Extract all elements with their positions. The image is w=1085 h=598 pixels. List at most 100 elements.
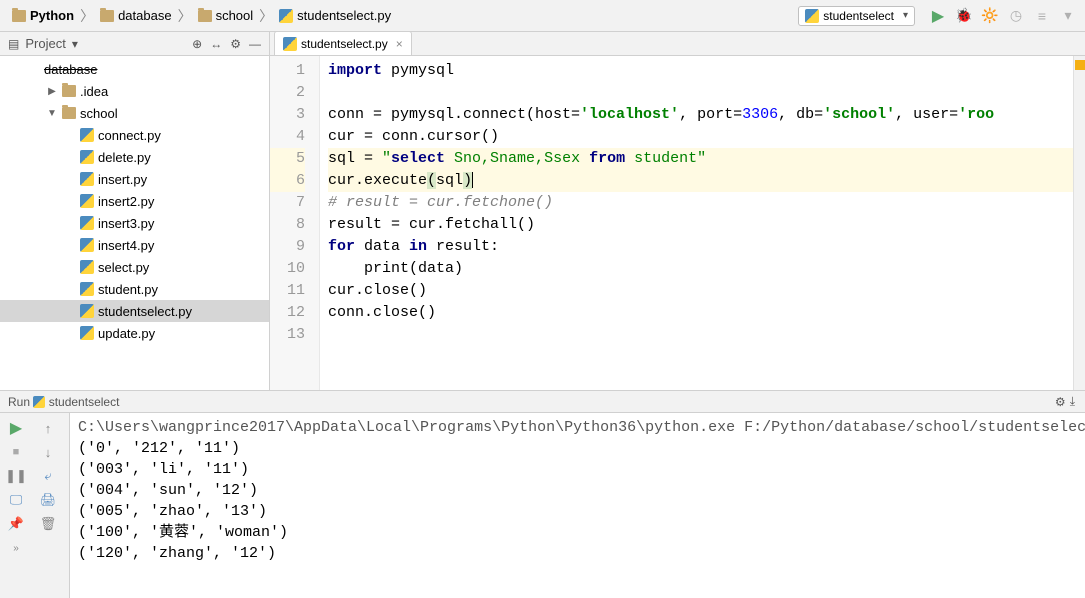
python-icon [283, 37, 297, 51]
breadcrumb-label: school [216, 8, 254, 23]
python-icon [80, 194, 94, 208]
tree-item[interactable]: insert2.py [0, 190, 269, 212]
run-button[interactable]: ▶ [929, 7, 947, 25]
console-output[interactable]: C:\Users\wangprince2017\AppData\Local\Pr… [70, 413, 1085, 598]
run-header: Run studentselect ⚙ ⤓ [0, 391, 1085, 413]
python-icon [80, 128, 94, 142]
tree-item[interactable]: delete.py [0, 146, 269, 168]
tree-item[interactable]: student.py [0, 278, 269, 300]
breadcrumb-item[interactable]: Python [8, 6, 78, 25]
project-header: ▤ Project ▾ ⊕ ↔ ⚙ — [0, 32, 269, 56]
python-icon [80, 172, 94, 186]
locate-icon[interactable]: ⊕ [190, 37, 204, 51]
tree-item-label: insert3.py [98, 216, 154, 231]
run-config-name: studentselect [823, 9, 894, 23]
tree-item[interactable]: insert3.py [0, 212, 269, 234]
folder-icon [100, 10, 114, 22]
settings-icon[interactable]: ⚙ [228, 37, 243, 51]
chevron-right-icon: 〉 [80, 6, 94, 26]
wrap-button[interactable]: ⤶ [37, 465, 59, 487]
status-strip [1073, 56, 1085, 390]
tree-item-label: school [80, 106, 118, 121]
up-button[interactable]: ↑ [37, 417, 59, 439]
tree-item-label: update.py [98, 326, 155, 341]
profile-button[interactable]: ◷ [1007, 7, 1025, 25]
coverage-button[interactable]: 🔆 [981, 7, 999, 25]
more-button[interactable]: ▾ [1059, 7, 1077, 25]
python-icon [80, 150, 94, 164]
tree-item-label: database [44, 62, 98, 77]
code-content[interactable]: import pymysql conn = pymysql.connect(ho… [320, 56, 1085, 390]
tree-item-label: .idea [80, 84, 108, 99]
breadcrumb-item[interactable]: studentselect.py [275, 6, 395, 25]
project-view-icon[interactable]: ▤ [6, 37, 21, 51]
tree-item[interactable]: database [0, 58, 269, 80]
expand-button[interactable]: » [5, 537, 27, 559]
python-icon [33, 396, 45, 408]
down-button[interactable]: ↓ [37, 441, 59, 463]
print-button[interactable]: 🖨 [37, 489, 59, 511]
breadcrumb-label: database [118, 8, 172, 23]
concurrent-button[interactable]: ≡ [1033, 7, 1051, 25]
tree-item-label: select.py [98, 260, 149, 275]
breadcrumb-label: Python [30, 8, 74, 23]
python-icon [80, 282, 94, 296]
code-editor[interactable]: 12345678910111213 import pymysql conn = … [270, 56, 1085, 390]
tab-studentselect[interactable]: studentselect.py × [274, 31, 412, 55]
python-icon [80, 238, 94, 252]
pause-button[interactable]: ❚❚ [5, 465, 27, 487]
close-icon[interactable]: × [396, 37, 403, 51]
tree-item[interactable]: ▶ .idea [0, 80, 269, 102]
tree-item-label: insert2.py [98, 194, 154, 209]
project-tree[interactable]: database ▶ .idea ▼ school connect.py delete.py… [0, 56, 269, 390]
tree-item-label: insert.py [98, 172, 147, 187]
tree-item[interactable]: ▼ school [0, 102, 269, 124]
toolbar-actions: ▶ 🐞 🔆 ◷ ≡ ▾ [929, 7, 1077, 25]
gutter: 12345678910111213 [270, 56, 320, 390]
breadcrumb-label: studentselect.py [297, 8, 391, 23]
run-body: ▶ ■ ❚❚ 🖵 📌 » ↑ ↓ ⤶ 🖨 🗑 C:\Users\wangprin… [0, 413, 1085, 598]
breadcrumb-item[interactable]: database [96, 6, 176, 25]
python-icon [80, 304, 94, 318]
tree-item[interactable]: update.py [0, 322, 269, 344]
tree-item[interactable]: insert4.py [0, 234, 269, 256]
python-icon [279, 9, 293, 23]
collapse-icon[interactable]: ↔ [208, 37, 224, 51]
download-icon[interactable]: ⤓ [1068, 394, 1077, 409]
expand-arrow-icon[interactable]: ▼ [46, 108, 58, 119]
run-gutter: ▶ ■ ❚❚ 🖵 📌 » ↑ ↓ ⤶ 🖨 🗑 [0, 413, 70, 598]
run-config-selector[interactable]: studentselect [798, 6, 915, 26]
tree-item-label: delete.py [98, 150, 151, 165]
project-label: Project [25, 36, 65, 51]
folder-icon [62, 85, 76, 97]
rerun-button[interactable]: ▶ [5, 417, 27, 439]
dropdown-icon[interactable]: ▾ [70, 37, 80, 51]
warning-mark [1075, 60, 1085, 70]
tree-item-label: studentselect.py [98, 304, 192, 319]
breadcrumb-item[interactable]: school [194, 6, 258, 25]
trash-button[interactable]: 🗑 [37, 513, 59, 535]
tree-item[interactable]: select.py [0, 256, 269, 278]
dump-button[interactable]: 🖵 [5, 489, 27, 511]
expand-arrow-icon[interactable]: ▶ [46, 86, 58, 97]
tree-item-label: insert4.py [98, 238, 154, 253]
python-icon [805, 9, 819, 23]
python-icon [80, 326, 94, 340]
run-prefix: Run [8, 395, 30, 409]
gear-icon[interactable]: ⚙ [1053, 395, 1068, 409]
folder-icon [12, 10, 26, 22]
tree-item[interactable]: insert.py [0, 168, 269, 190]
pin-button[interactable]: 📌 [5, 513, 27, 535]
tree-item[interactable]: studentselect.py [0, 300, 269, 322]
run-target-name: studentselect [49, 395, 120, 409]
stop-button[interactable]: ■ [5, 441, 27, 463]
editor-tabs: studentselect.py × [270, 32, 1085, 56]
editor-panel: studentselect.py × 12345678910111213 imp… [270, 32, 1085, 390]
tab-label: studentselect.py [301, 37, 388, 51]
debug-button[interactable]: 🐞 [955, 7, 973, 25]
tree-item[interactable]: connect.py [0, 124, 269, 146]
python-icon [80, 260, 94, 274]
chevron-right-icon: 〉 [178, 6, 192, 26]
folder-icon [62, 107, 76, 119]
hide-icon[interactable]: — [247, 37, 263, 51]
